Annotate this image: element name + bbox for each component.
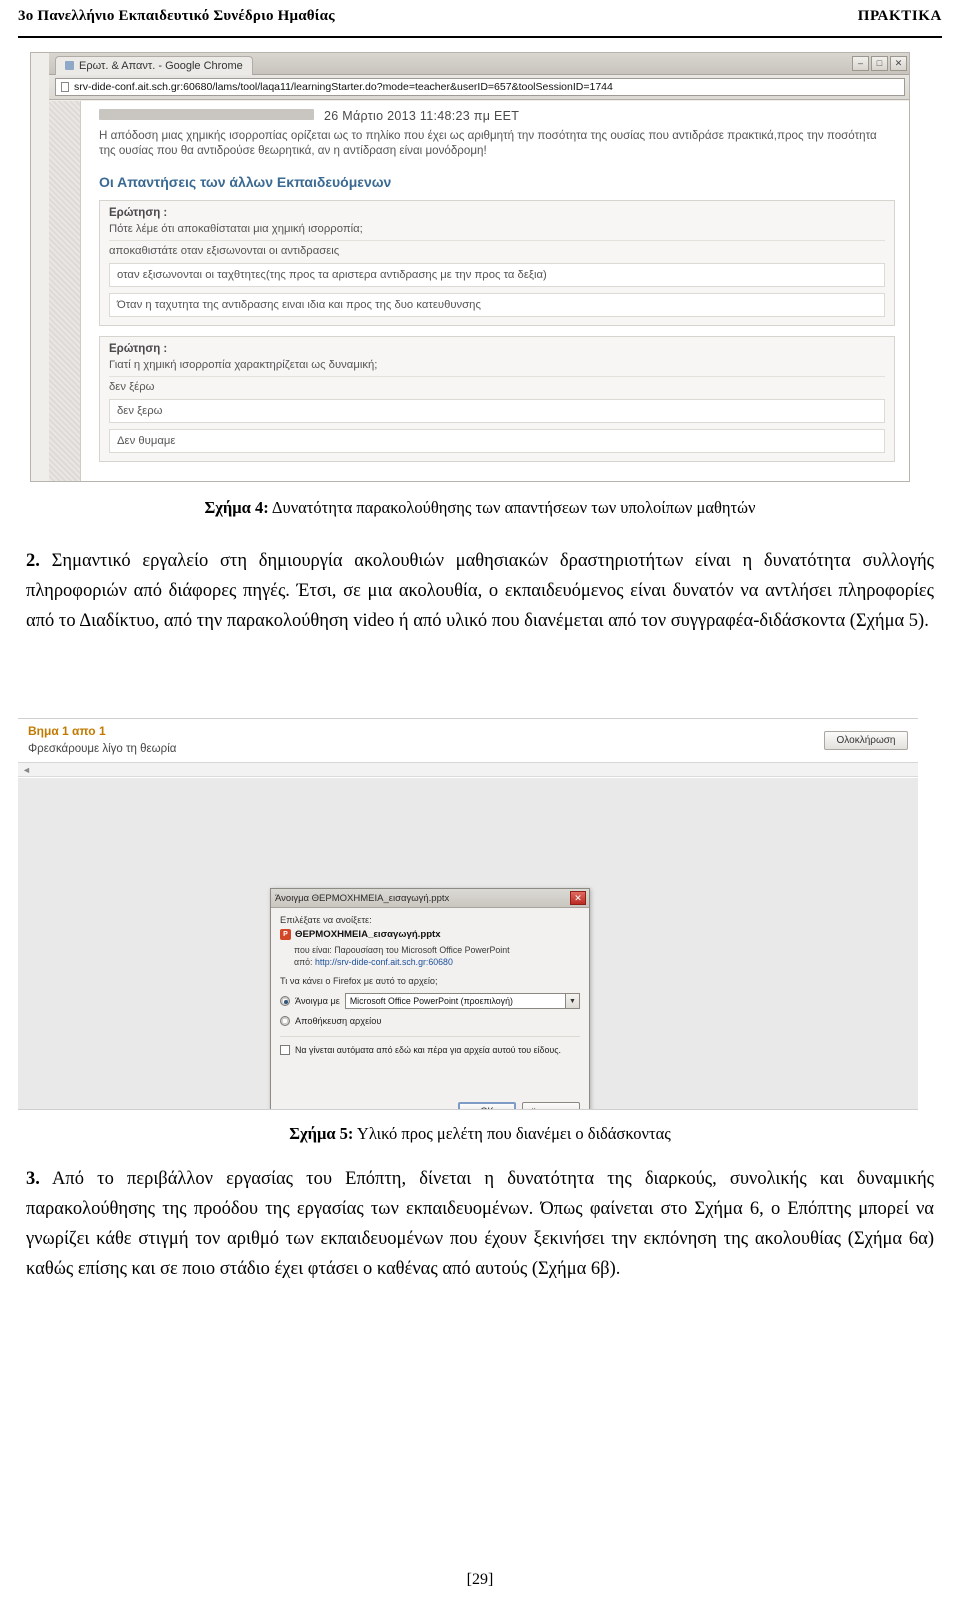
- remember-choice-row[interactable]: Να γίνεται αυτόματα από εδώ και πέρα για…: [280, 1036, 580, 1055]
- figure-5-caption-label: Σχήμα 5:: [289, 1124, 354, 1143]
- close-button[interactable]: ✕: [890, 56, 907, 71]
- window-controls[interactable]: – □ ✕: [852, 56, 907, 71]
- lams-intro-paragraph: Η απόδοση μιας χημικής ισορροπίας ορίζετ…: [99, 129, 877, 157]
- question-text: Πότε λέμε ότι αποκαθίσταται μια χημική ι…: [109, 223, 363, 235]
- chrome-window: Ερωτ. & Απαντ. - Google Chrome – □ ✕ srv…: [49, 53, 909, 481]
- figure-4-caption-label: Σχήμα 4:: [204, 498, 269, 517]
- lams-header-row: 26 Μάρτιο 2013 11:48:23 πμ EET: [99, 109, 895, 123]
- paragraph-3-number: 3.: [26, 1169, 40, 1189]
- browser-tab[interactable]: Ερωτ. & Απαντ. - Google Chrome: [55, 55, 253, 75]
- file-type-row: που είναι: Παρουσίαση του Microsoft Offi…: [294, 944, 580, 956]
- firefox-open-file-dialog: Άνοιγμα ΘΕΡΜΟΧΗΜΕΙΑ_εισαγωγή.pptx ✕ Επιλ…: [270, 888, 590, 1109]
- figure-5-caption: Σχήμα 5: Υλικό προς μελέτη που διανέμει …: [0, 1124, 960, 1144]
- scroll-left-icon[interactable]: ◄: [22, 765, 31, 775]
- paragraph-3-text: Από το περιβάλλον εργασίας του Επόπτη, δ…: [26, 1169, 934, 1279]
- figure-4-caption-text: Δυνατότητα παρακολούθησης των απαντήσεων…: [268, 498, 756, 517]
- answer-row: Δεν θυμαμε: [109, 429, 885, 453]
- file-name: ΘΕΡΜΟΧΗΜΕΙΑ_εισαγωγή.pptx: [295, 929, 441, 940]
- activity-subtitle: Φρεσκάρουμε λίγο τη θεωρία: [28, 743, 177, 755]
- chrome-toolbar: srv-dide-conf.ait.sch.gr:60680/lams/tool…: [49, 75, 909, 100]
- dialog-title: Άνοιγμα ΘΕΡΜΟΧΗΜΕΙΑ_εισαγωγή.pptx: [275, 892, 450, 904]
- chevron-down-icon[interactable]: ▼: [565, 994, 579, 1008]
- powerpoint-file-icon: P: [280, 929, 291, 940]
- remember-choice-label: Να γίνεται αυτόματα από εδώ και πέρα για…: [295, 1045, 561, 1055]
- file-row: P ΘΕΡΜΟΧΗΜΕΙΑ_εισαγωγή.pptx: [280, 929, 580, 940]
- answer-row: δεν ξερω: [109, 399, 885, 423]
- answer-row: δεν ξέρω: [109, 376, 885, 393]
- paragraph-2: 2. Σημαντικό εργαλείο στη δημιουργία ακο…: [26, 546, 934, 636]
- page-document-icon: [61, 82, 69, 92]
- close-icon[interactable]: ✕: [570, 891, 586, 905]
- paragraph-3: 3. Από το περιβάλλον εργασίας του Επόπτη…: [26, 1164, 934, 1284]
- lams-qa-page: 26 Μάρτιο 2013 11:48:23 πμ EET Η απόδοση…: [81, 101, 909, 481]
- question-block: Ερώτηση : Πότε λέμε ότι αποκαθίσταται μι…: [99, 200, 895, 326]
- cancel-button[interactable]: Άκυρωση: [522, 1102, 580, 1109]
- file-source-url: http://srv-dide-conf.ait.sch.gr:60680: [314, 957, 453, 967]
- chrome-viewport: 26 Μάρτιο 2013 11:48:23 πμ EET Η απόδοση…: [49, 101, 909, 481]
- option-open-with-label: Άνοιγμα με: [295, 996, 340, 1006]
- file-meta: που είναι: Παρουσίαση του Microsoft Offi…: [280, 944, 580, 968]
- application-select[interactable]: Microsoft Office PowerPoint (προεπιλογή)…: [344, 993, 580, 1009]
- paragraph-2-text: Σημαντικό εργαλείο στη δημιουργία ακολου…: [26, 551, 934, 631]
- lams-learner-topbar: Βημα 1 απο 1 Φρεσκάρουμε λίγο τη θεωρία …: [18, 719, 918, 763]
- dialog-buttons: OK Άκυρωση: [458, 1102, 580, 1109]
- maximize-button[interactable]: □: [871, 56, 888, 71]
- file-type-value: Παρουσίαση του Microsoft Office PowerPoi…: [334, 945, 510, 955]
- address-bar-url: srv-dide-conf.ait.sch.gr:60680/lams/tool…: [74, 81, 613, 93]
- page-favicon-icon: [65, 61, 74, 70]
- dialog-titlebar: Άνοιγμα ΘΕΡΜΟΧΗΜΕΙΑ_εισαγωγή.pptx ✕: [271, 889, 589, 908]
- browser-tab-label: Ερωτ. & Απαντ. - Google Chrome: [79, 59, 243, 72]
- question-label: Ερώτηση :: [109, 207, 168, 219]
- running-header: 3ο Πανελλήνιο Εκπαιδευτικό Συνέδριο Ημαθ…: [18, 8, 942, 38]
- address-bar[interactable]: srv-dide-conf.ait.sch.gr:60680/lams/tool…: [55, 78, 905, 96]
- radio-open-with-icon[interactable]: [280, 996, 290, 1006]
- finish-button[interactable]: Ολοκλήρωση: [824, 731, 908, 750]
- question-label: Ερώτηση :: [109, 343, 168, 355]
- figure-4-caption: Σχήμα 4: Δυνατότητα παρακολούθησης των α…: [0, 498, 960, 518]
- option-open-with[interactable]: Άνοιγμα με Microsoft Office PowerPoint (…: [280, 993, 580, 1009]
- ok-button[interactable]: OK: [458, 1102, 516, 1109]
- step-indicator: Βημα 1 απο 1: [28, 724, 106, 738]
- minimize-button[interactable]: –: [852, 56, 869, 71]
- lams-section-title: Οι Απαντήσεις των άλλων Εκπαιδευόμενων: [99, 174, 392, 190]
- checkbox-remember-icon[interactable]: [280, 1045, 290, 1055]
- chrome-titlebar: Ερωτ. & Απαντ. - Google Chrome – □ ✕: [49, 53, 909, 75]
- horizontal-scroll-hint[interactable]: ◄: [18, 763, 918, 777]
- document-page: 3ο Πανελλήνιο Εκπαιδευτικό Συνέδριο Ημαθ…: [0, 0, 960, 1617]
- file-source-label: από:: [294, 957, 313, 967]
- masked-title-block: [99, 109, 314, 120]
- paragraph-2-number: 2.: [26, 551, 40, 571]
- dialog-question: Τι να κάνει ο Firefox με αυτό το αρχείο;: [280, 976, 438, 986]
- answer-row: αποκαθιστάτε οταν εξισωνονται οι αντιδρα…: [109, 240, 885, 257]
- answer-row: οταν εξισωνονται οι ταχθτητες(της προς τ…: [109, 263, 885, 287]
- dialog-prompt: Επιλέξατε να ανοίξετε:: [280, 915, 372, 925]
- figure-5-caption-text: Υλικό προς μελέτη που διανέμει ο διδάσκο…: [353, 1124, 671, 1143]
- radio-save-file-icon[interactable]: [280, 1016, 290, 1026]
- file-type-label: που είναι:: [294, 945, 332, 955]
- question-block: Ερώτηση : Γιατί η χημική ισορροπία χαρακ…: [99, 336, 895, 462]
- figure-4-image: Ερωτ. & Απαντ. - Google Chrome – □ ✕ srv…: [30, 52, 910, 482]
- file-source-row: από: http://srv-dide-conf.ait.sch.gr:606…: [294, 956, 580, 968]
- page-number: [29]: [466, 1571, 494, 1588]
- question-text: Γιατί η χημική ισορροπία χαρακτηρίζεται …: [109, 359, 378, 371]
- activity-canvas: Άνοιγμα ΘΕΡΜΟΧΗΜΕΙΑ_εισαγωγή.pptx ✕ Επιλ…: [18, 778, 918, 1109]
- page-left-rail: [49, 101, 81, 481]
- answer-row: Όταν η ταχυτητα της αντιδρασης ειναι ιδι…: [109, 293, 885, 317]
- running-header-right: ΠΡΑΚΤΙΚΑ: [857, 8, 942, 24]
- lams-timestamp: 26 Μάρτιο 2013 11:48:23 πμ EET: [324, 109, 520, 123]
- figure-5-image: Βημα 1 απο 1 Φρεσκάρουμε λίγο τη θεωρία …: [18, 718, 918, 1110]
- application-select-value: Microsoft Office PowerPoint (προεπιλογή): [349, 996, 513, 1006]
- dialog-body: Επιλέξατε να ανοίξετε: P ΘΕΡΜΟΧΗΜΕΙΑ_εισ…: [271, 908, 589, 1062]
- running-header-left: 3ο Πανελλήνιο Εκπαιδευτικό Συνέδριο Ημαθ…: [18, 8, 335, 24]
- option-save-file[interactable]: Αποθήκευση αρχείου: [280, 1016, 580, 1026]
- option-save-file-label: Αποθήκευση αρχείου: [295, 1016, 382, 1026]
